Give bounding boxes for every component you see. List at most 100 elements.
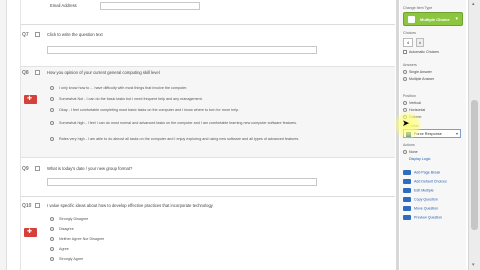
choice-option[interactable]: Somewhat high - I feel I can do most nor… xyxy=(50,121,310,126)
separator xyxy=(20,196,395,197)
automatic-choices-toggle[interactable]: Automatic Choices xyxy=(403,50,439,55)
tool-add-page-break[interactable]: Add Page Break xyxy=(403,170,440,175)
tool-move-question[interactable]: Move Question xyxy=(403,206,438,211)
change-item-type-button[interactable]: Multiple Choice ▾ xyxy=(403,12,463,26)
choice-label: I only know how to ... have difficulty w… xyxy=(59,86,188,90)
choice-option[interactable]: Okay - I feel comfortable completing mos… xyxy=(50,108,240,113)
position-label: Position xyxy=(403,94,416,98)
choices-count-input[interactable]: 4 xyxy=(403,38,413,47)
question-number: Q8 xyxy=(22,70,29,76)
answer-text-box[interactable] xyxy=(47,178,317,186)
tool-copy-question[interactable]: Copy Question xyxy=(403,197,438,202)
scroll-up-icon[interactable]: ▴ xyxy=(472,1,475,7)
question-number: Q10 xyxy=(22,203,32,209)
radio-icon[interactable] xyxy=(50,257,54,262)
move-icon xyxy=(403,206,411,211)
delete-question-icon[interactable] xyxy=(24,228,37,237)
preview-icon xyxy=(403,215,411,220)
survey-editor: Email Address Q7 Click to write the ques… xyxy=(0,0,480,270)
main-left-border xyxy=(20,0,21,270)
choice-label: Disagree xyxy=(59,227,74,231)
choice-label: Somewhat Not - I can do the basic tasks … xyxy=(59,97,203,101)
choice-label: Agree xyxy=(59,247,69,251)
top-field-label: Email Address xyxy=(50,3,77,8)
choice-option[interactable]: I only know how to ... have difficulty w… xyxy=(50,86,188,91)
question-checkbox-icon[interactable] xyxy=(35,203,40,208)
tool-label: Edit Multiple xyxy=(414,188,434,193)
list-icon xyxy=(408,16,415,23)
page-break-icon xyxy=(403,170,411,175)
choice-option[interactable]: Neither Agree Nor Disagree xyxy=(50,237,105,242)
scroll-down-icon[interactable]: ▾ xyxy=(472,262,475,268)
mouse-pointer-icon: ➤ xyxy=(402,118,410,128)
radio-icon[interactable] xyxy=(50,137,54,142)
tool-label: Add Page Break xyxy=(414,170,441,175)
delete-question-icon[interactable] xyxy=(24,95,37,104)
radio-icon[interactable] xyxy=(50,108,54,113)
radio-icon[interactable] xyxy=(50,217,54,222)
choice-option[interactable]: Rates very high - I am able to do almost… xyxy=(50,137,310,142)
choice-label: Rates very high - I am able to do almost… xyxy=(59,137,300,141)
action-none-option[interactable]: None xyxy=(403,150,418,155)
choice-label: Strongly Agree xyxy=(59,257,84,261)
question-list: Email Address Q7 Click to write the ques… xyxy=(20,0,395,270)
automatic-choices-label: Automatic Choices xyxy=(409,50,439,54)
position-vertical-option[interactable]: Vertical xyxy=(403,101,421,106)
answer-single-label: Single Answer xyxy=(409,70,432,74)
answer-multiple-option[interactable]: Multiple Answer xyxy=(403,77,435,82)
question-number: Q9 xyxy=(22,166,29,172)
radio-icon[interactable] xyxy=(50,97,54,102)
choice-label: Somewhat high - I feel I can do most nor… xyxy=(59,121,297,125)
question-text[interactable]: I value specific ideas about how to deve… xyxy=(47,203,213,208)
choice-option[interactable]: Agree xyxy=(50,247,69,252)
choice-option[interactable]: Strongly Disagree xyxy=(50,217,89,222)
question-text[interactable]: Click to write the question text xyxy=(47,32,103,37)
vertical-scrollbar[interactable]: ▴ ▾ xyxy=(468,0,480,270)
choices-label: Choices xyxy=(403,31,416,35)
change-type-label: Change Item Type xyxy=(403,6,433,10)
separator xyxy=(20,24,395,25)
action-none-label: None xyxy=(409,150,418,154)
chevron-down-icon: ▾ xyxy=(455,131,458,136)
top-field-input[interactable] xyxy=(100,2,200,10)
answers-label: Answers xyxy=(403,63,417,67)
radio-icon[interactable] xyxy=(403,101,407,106)
position-vertical-label: Vertical xyxy=(409,101,421,105)
question-checkbox-icon[interactable] xyxy=(35,32,40,37)
radio-icon[interactable] xyxy=(50,227,54,232)
edit-icon xyxy=(403,188,411,193)
answer-multiple-label: Multiple Answer xyxy=(409,77,435,81)
copy-icon xyxy=(403,197,411,202)
tool-label: Move Question xyxy=(414,206,439,211)
radio-icon[interactable] xyxy=(403,77,407,82)
radio-icon[interactable] xyxy=(50,247,54,252)
question-text[interactable]: How you opinion of your current general … xyxy=(47,70,160,75)
tool-label: Add Default Choices xyxy=(414,179,447,184)
left-edge xyxy=(0,0,7,270)
radio-icon[interactable] xyxy=(403,70,407,75)
question-checkbox-icon[interactable] xyxy=(35,70,40,75)
choice-option[interactable]: Somewhat Not - I can do the basic tasks … xyxy=(50,97,203,102)
tool-label: Copy Question xyxy=(414,197,438,202)
choice-option[interactable]: Disagree xyxy=(50,227,74,232)
radio-icon[interactable] xyxy=(50,237,54,242)
item-type-label: Multiple Choice xyxy=(420,17,450,22)
tool-preview-question[interactable]: Preview Question xyxy=(403,215,442,220)
radio-icon[interactable] xyxy=(403,150,407,155)
tool-add-default-choices[interactable]: Add Default Choices xyxy=(403,179,447,184)
answer-text-box[interactable] xyxy=(47,46,317,54)
radio-icon[interactable] xyxy=(50,121,54,126)
radio-icon[interactable] xyxy=(50,86,54,91)
answer-single-option[interactable]: Single Answer xyxy=(403,70,432,75)
checkbox-icon[interactable] xyxy=(403,50,407,55)
choice-label: Neither Agree Nor Disagree xyxy=(59,237,105,241)
scroll-thumb[interactable] xyxy=(471,100,478,230)
choice-option[interactable]: Strongly Agree xyxy=(50,257,84,262)
display-logic-link[interactable]: Display Logic xyxy=(409,157,430,161)
question-checkbox-icon[interactable] xyxy=(35,166,40,171)
choices-stepper[interactable]: ± xyxy=(416,38,424,47)
tool-edit-multiple[interactable]: Edit Multiple xyxy=(403,188,434,193)
choice-label: Strongly Disagree xyxy=(59,217,89,221)
question-text[interactable]: What is today's date / your new group fo… xyxy=(47,166,132,171)
choice-label: Okay - I feel comfortable completing mos… xyxy=(59,108,240,112)
